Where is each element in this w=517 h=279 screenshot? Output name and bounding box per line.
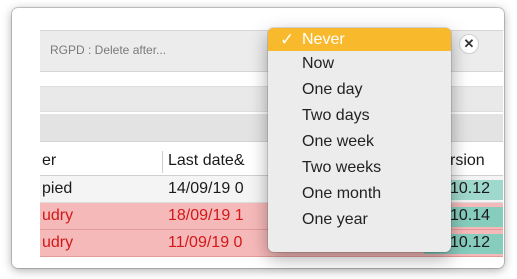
- column-header-last-date[interactable]: Last date&: [168, 152, 278, 170]
- version-value: 10.14: [450, 207, 491, 224]
- column-header-version[interactable]: rsion: [450, 152, 503, 170]
- menu-item-label: Two days: [302, 107, 370, 124]
- menu-item-one-month[interactable]: One month: [268, 181, 451, 207]
- menu-item-one-year[interactable]: One year: [268, 207, 451, 233]
- last-date-cell: 14/09/19 0: [168, 180, 244, 197]
- menu-item-label: One month: [302, 185, 382, 202]
- close-icon[interactable]: ✕: [459, 34, 479, 54]
- menu-item-one-day[interactable]: One day: [268, 77, 451, 103]
- menu-item-two-weeks[interactable]: Two weeks: [268, 155, 451, 181]
- menu-item-label: Now: [302, 55, 335, 72]
- menu-item-label: Two weeks: [302, 159, 382, 176]
- menu-item-label: One day: [302, 81, 363, 98]
- menu-item-two-days[interactable]: Two days: [268, 103, 451, 129]
- column-header-user[interactable]: er: [42, 152, 152, 170]
- rgpd-delete-after-label: RGPD : Delete after...: [50, 43, 167, 57]
- version-value: 10.12: [450, 180, 491, 197]
- version-value: 10.12: [450, 234, 491, 251]
- menu-item-label: Never: [302, 31, 345, 48]
- last-date-cell: 11/09/19 0: [168, 234, 243, 251]
- last-date-cell: 18/09/19 1: [168, 207, 244, 224]
- menu-item-label: One week: [302, 133, 375, 150]
- user-cell: udry: [42, 207, 74, 224]
- user-cell: pied: [42, 180, 73, 197]
- column-separator[interactable]: [162, 151, 163, 173]
- delete-after-dropdown-menu: ✓ Never Now One day Two days One week Tw…: [268, 28, 451, 252]
- menu-item-one-week[interactable]: One week: [268, 129, 451, 155]
- menu-item-never[interactable]: ✓ Never: [268, 28, 451, 51]
- user-cell: udry: [42, 234, 74, 251]
- checkmark-icon: ✓: [280, 30, 295, 49]
- menu-item-label: One year: [302, 211, 368, 228]
- menu-item-now[interactable]: Now: [268, 51, 451, 77]
